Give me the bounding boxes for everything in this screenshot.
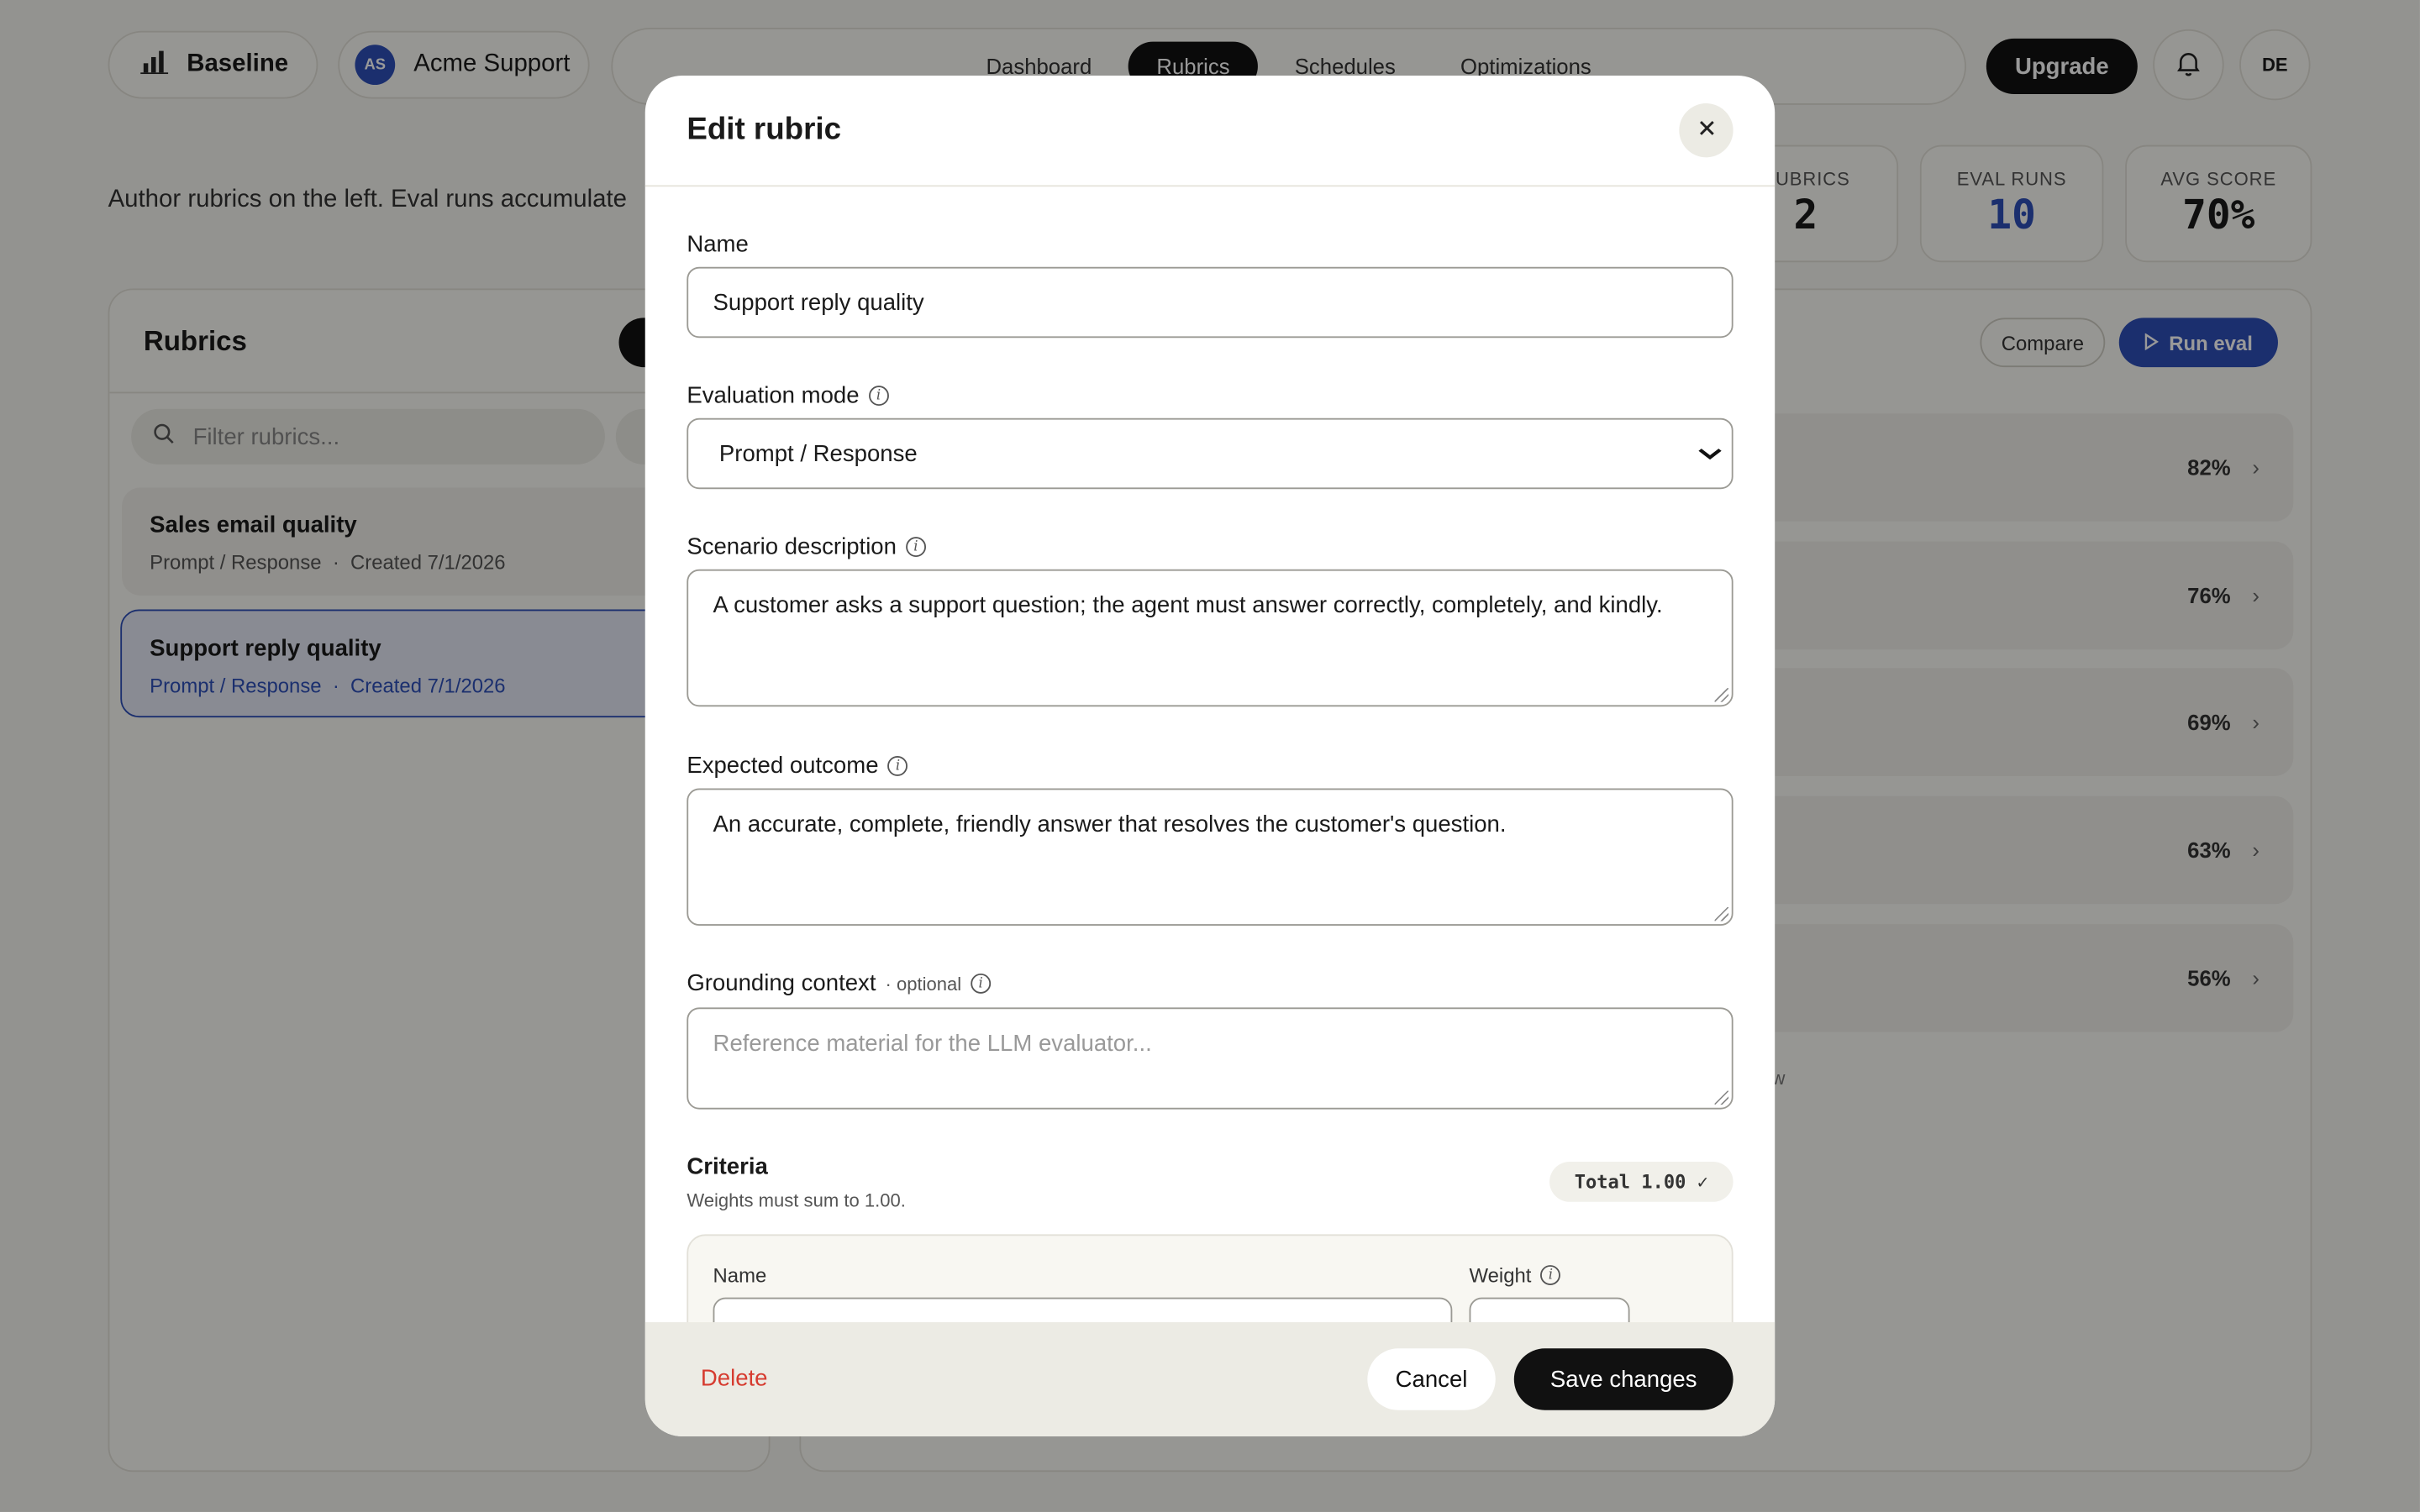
- close-icon: [1697, 117, 1715, 144]
- evaluation-mode-label: Evaluation mode i: [687, 383, 889, 409]
- edit-rubric-dialog: Edit rubric Name Support reply quality E…: [644, 75, 1776, 1436]
- dialog-footer: Delete Cancel Save changes: [644, 1322, 1776, 1436]
- dialog-title: Edit rubric: [687, 113, 842, 147]
- optional-tag: · optional: [885, 973, 962, 995]
- resize-handle-icon[interactable]: [1714, 1090, 1729, 1105]
- info-icon[interactable]: i: [905, 537, 926, 558]
- info-icon[interactable]: i: [971, 973, 992, 994]
- weights-total-badge: Total 1.00 ✓: [1549, 1162, 1733, 1202]
- grounding-context-textarea[interactable]: Reference material for the LLM evaluator…: [687, 1007, 1733, 1110]
- criterion-weight-label: Weight i: [1470, 1263, 1561, 1287]
- info-icon[interactable]: i: [868, 386, 889, 407]
- info-icon[interactable]: i: [1540, 1265, 1561, 1285]
- name-label: Name: [687, 231, 749, 258]
- grounding-context-label: Grounding context · optional i: [687, 970, 992, 997]
- resize-handle-icon[interactable]: [1714, 906, 1729, 921]
- criterion-name-label: Name: [713, 1263, 767, 1287]
- chevron-down-icon: [1698, 443, 1723, 465]
- delete-button[interactable]: Delete: [701, 1365, 768, 1391]
- name-input[interactable]: Support reply quality: [687, 266, 1733, 339]
- scenario-description-textarea[interactable]: A customer asks a support question; the …: [687, 569, 1733, 707]
- expected-outcome-textarea[interactable]: An accurate, complete, friendly answer t…: [687, 788, 1733, 927]
- save-changes-button[interactable]: Save changes: [1513, 1348, 1733, 1410]
- criteria-subtitle: Weights must sum to 1.00.: [687, 1189, 906, 1211]
- evaluation-mode-select[interactable]: Prompt / Response: [687, 417, 1733, 490]
- cancel-button[interactable]: Cancel: [1367, 1348, 1496, 1410]
- resize-handle-icon[interactable]: [1714, 688, 1729, 702]
- info-icon[interactable]: i: [887, 755, 908, 776]
- scenario-description-label: Scenario description i: [687, 533, 926, 560]
- close-button[interactable]: [1679, 103, 1733, 158]
- dialog-header: Edit rubric: [644, 76, 1776, 187]
- criteria-title: Criteria: [687, 1153, 768, 1181]
- expected-outcome-label: Expected outcome i: [687, 753, 908, 780]
